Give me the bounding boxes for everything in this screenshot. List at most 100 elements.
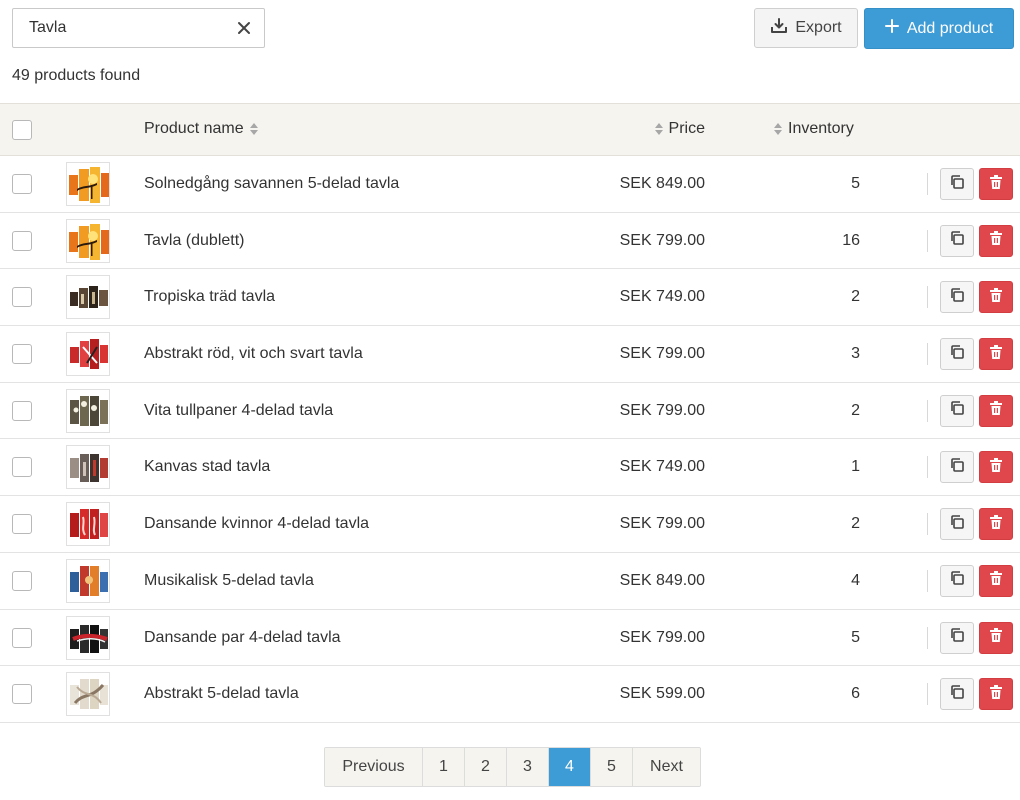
delete-button[interactable]	[979, 621, 1013, 654]
pagination-page-3[interactable]: 3	[507, 748, 549, 786]
duplicate-button[interactable]	[940, 564, 974, 597]
delete-button[interactable]	[979, 168, 1013, 200]
action-divider	[927, 229, 928, 252]
table-row[interactable]: Vita tullpaner 4-delad tavla SEK 799.00 2	[0, 382, 1020, 440]
delete-button[interactable]	[979, 338, 1013, 371]
search-input[interactable]	[13, 9, 228, 47]
delete-button[interactable]	[979, 394, 1013, 427]
pagination-page-2[interactable]: 2	[465, 748, 507, 786]
row-checkbox[interactable]	[12, 684, 32, 705]
product-inventory: 16	[842, 231, 860, 249]
pagination-page-1[interactable]: 1	[423, 748, 465, 786]
duplicate-button[interactable]	[940, 394, 974, 427]
delete-button[interactable]	[979, 508, 1013, 541]
row-checkbox[interactable]	[12, 344, 32, 365]
trash-icon	[989, 514, 1003, 535]
table-row[interactable]: Abstrakt 5-delad tavla SEK 599.00 6	[0, 666, 1020, 723]
table-row[interactable]: Kanvas stad tavla SEK 749.00 1	[0, 439, 1020, 497]
product-thumbnail[interactable]	[66, 218, 110, 263]
duplicate-button[interactable]	[940, 338, 974, 371]
copy-icon	[949, 457, 965, 478]
product-name[interactable]: Musikalisk 5-delad tavla	[144, 572, 314, 590]
duplicate-button[interactable]	[940, 508, 974, 541]
product-name[interactable]: Vita tullpaner 4-delad tavla	[144, 402, 333, 420]
trash-icon	[989, 344, 1003, 365]
column-header-name[interactable]: Product name	[144, 120, 259, 138]
column-header-price[interactable]: Price	[654, 120, 705, 138]
row-checkbox[interactable]	[12, 230, 32, 251]
trash-icon	[989, 174, 1003, 195]
product-thumbnail[interactable]	[66, 672, 110, 717]
delete-button[interactable]	[979, 281, 1013, 314]
row-checkbox[interactable]	[12, 570, 32, 591]
table-row[interactable]: Abstrakt röd, vit och svart tavla SEK 799…	[0, 326, 1020, 383]
row-checkbox[interactable]	[12, 514, 32, 535]
select-all-checkbox[interactable]	[12, 120, 32, 140]
pagination-next[interactable]: Next	[633, 748, 700, 786]
export-button[interactable]: Export	[754, 8, 858, 48]
table-row[interactable]: Tropiska träd tavla SEK 749.00 2	[0, 269, 1020, 327]
add-product-button[interactable]: Add product	[864, 8, 1014, 49]
copy-icon	[949, 514, 965, 535]
delete-button[interactable]	[979, 678, 1013, 711]
delete-button[interactable]	[979, 451, 1013, 484]
row-checkbox[interactable]	[12, 287, 32, 308]
product-name[interactable]: Tropiska träd tavla	[144, 288, 275, 306]
export-label: Export	[795, 19, 842, 36]
row-checkbox[interactable]	[12, 627, 32, 648]
delete-button[interactable]	[979, 224, 1013, 257]
table-row[interactable]: Musikalisk 5-delad tavla SEK 849.00 4	[0, 552, 1020, 610]
product-thumbnail[interactable]	[66, 332, 110, 377]
copy-icon	[949, 344, 965, 365]
duplicate-button[interactable]	[940, 224, 974, 257]
sort-icon	[773, 122, 783, 136]
column-header-inventory[interactable]: Inventory	[773, 120, 854, 138]
duplicate-button[interactable]	[940, 621, 974, 654]
table-row[interactable]: Dansande kvinnor 4-delad tavla SEK 799.00…	[0, 496, 1020, 553]
pagination-page-4[interactable]: 4	[549, 748, 591, 786]
product-thumbnail[interactable]	[66, 275, 110, 320]
product-thumbnail[interactable]	[66, 558, 110, 603]
pagination-page-5[interactable]: 5	[591, 748, 633, 786]
duplicate-button[interactable]	[940, 281, 974, 314]
row-checkbox[interactable]	[12, 400, 32, 421]
table-row[interactable]: Tavla (dublett) SEK 799.00 16	[0, 212, 1020, 270]
action-divider	[927, 286, 928, 309]
product-price: SEK 799.00	[619, 231, 705, 249]
product-name[interactable]: Kanvas stad tavla	[144, 458, 270, 476]
copy-icon	[949, 287, 965, 308]
add-product-label: Add product	[906, 19, 994, 37]
product-thumbnail[interactable]	[66, 615, 110, 660]
delete-button[interactable]	[979, 564, 1013, 597]
table-row[interactable]: Dansande par 4-delad tavla SEK 799.00 5	[0, 609, 1020, 667]
product-name[interactable]: Abstrakt 5-delad tavla	[144, 685, 299, 703]
product-price: SEK 749.00	[619, 288, 705, 306]
duplicate-button[interactable]	[940, 168, 974, 200]
product-name[interactable]: Tavla (dublett)	[144, 232, 245, 250]
pagination-previous[interactable]: Previous	[325, 748, 423, 786]
product-name[interactable]: Solnedgång savannen 5-delad tavla	[144, 175, 399, 193]
product-thumbnail[interactable]	[66, 502, 110, 547]
product-inventory: 5	[851, 175, 860, 192]
product-thumbnail[interactable]	[66, 162, 110, 206]
duplicate-button[interactable]	[940, 678, 974, 711]
product-inventory: 2	[851, 288, 860, 306]
action-divider	[927, 513, 928, 536]
product-price: SEK 599.00	[619, 685, 705, 703]
product-name[interactable]: Dansande kvinnor 4-delad tavla	[144, 515, 369, 533]
row-checkbox[interactable]	[12, 457, 32, 478]
row-checkbox[interactable]	[12, 174, 32, 194]
duplicate-button[interactable]	[940, 451, 974, 484]
copy-icon	[949, 570, 965, 591]
table-row[interactable]: Solnedgång savannen 5-delad tavla SEK 849…	[0, 156, 1020, 213]
trash-icon	[989, 627, 1003, 648]
product-name[interactable]: Dansande par 4-delad tavla	[144, 629, 341, 647]
table-body: Solnedgång savannen 5-delad tavla SEK 849…	[0, 156, 1020, 723]
product-inventory: 3	[851, 345, 860, 363]
product-name[interactable]: Abstrakt röd, vit och svart tavla	[144, 345, 363, 363]
column-header-price-label: Price	[668, 120, 705, 137]
close-icon[interactable]	[234, 18, 254, 38]
table-header: Product name Price Inventory	[0, 103, 1020, 156]
product-thumbnail[interactable]	[66, 445, 110, 490]
product-thumbnail[interactable]	[66, 388, 110, 433]
